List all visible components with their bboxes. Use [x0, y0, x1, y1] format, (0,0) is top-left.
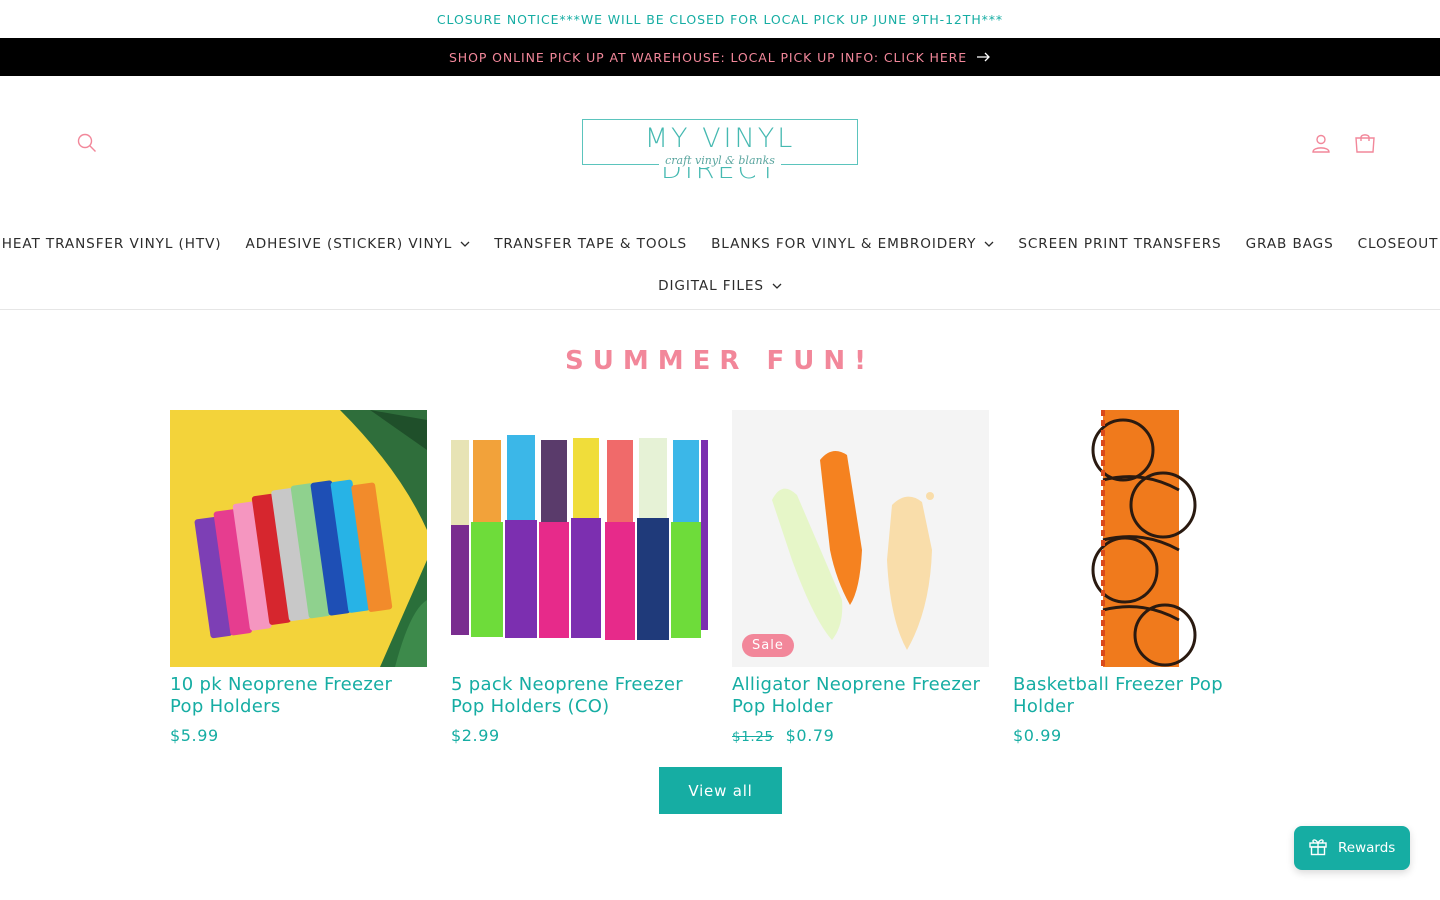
- price-current: $0.99: [1013, 726, 1062, 745]
- nav-item-label: ADHESIVE (STICKER) VINYL: [245, 236, 453, 252]
- product-grid: 10 pk Neoprene Freezer Pop Holders $5.99: [170, 410, 1270, 745]
- product-price: $1.25 $0.79: [732, 726, 989, 745]
- price-current: $5.99: [170, 726, 219, 745]
- product-card[interactable]: Basketball Freezer Pop Holder $0.99: [1013, 410, 1270, 745]
- logo-tagline: craft vinyl & blanks: [659, 154, 781, 167]
- arrow-right-icon: [977, 52, 991, 62]
- account-icon: [1311, 133, 1331, 157]
- nav-item-label: HEAT TRANSFER VINYL (HTV): [1, 236, 222, 252]
- price-compare: $1.25: [732, 729, 774, 745]
- nav-item-label: TRANSFER TAPE & TOOLS: [494, 236, 688, 252]
- product-price: $0.99: [1013, 726, 1270, 745]
- product-card[interactable]: 10 pk Neoprene Freezer Pop Holders $5.99: [170, 410, 427, 745]
- search-icon: [77, 133, 97, 157]
- gift-icon: [1308, 836, 1328, 860]
- cart-icon: [1354, 133, 1376, 157]
- nav-item-blanks[interactable]: BLANKS FOR VINYL & EMBROIDERY: [699, 236, 1006, 252]
- nav-item-htv[interactable]: HEAT TRANSFER VINYL (HTV): [0, 236, 234, 252]
- logo-tagline-wrap: craft vinyl & blanks: [582, 154, 858, 167]
- announcement-bar[interactable]: SHOP ONLINE PICK UP AT WAREHOUSE: LOCAL …: [0, 38, 1440, 76]
- chevron-down-icon: [460, 241, 470, 247]
- view-all-button[interactable]: View all: [659, 767, 782, 814]
- product-price: $2.99: [451, 726, 708, 745]
- nav-item-closeout[interactable]: CLOSEOUT: [1346, 236, 1440, 252]
- nav-item-label: BLANKS FOR VINYL & EMBROIDERY: [711, 236, 977, 252]
- product-image[interactable]: [170, 410, 427, 667]
- nav-item-digital-files[interactable]: DIGITAL FILES: [646, 278, 794, 294]
- nav-item-label: DIGITAL FILES: [658, 278, 764, 294]
- site-logo[interactable]: MY VINYL DIRECT craft vinyl & blanks: [582, 119, 858, 215]
- chevron-down-icon: [984, 241, 994, 247]
- nav-item-label: CLOSEOUT: [1357, 236, 1439, 252]
- cart-button[interactable]: [1347, 126, 1383, 164]
- rewards-label: Rewards: [1338, 840, 1396, 856]
- nav-item-adhesive-vinyl[interactable]: ADHESIVE (STICKER) VINYL: [234, 236, 483, 252]
- product-title[interactable]: 5 pack Neoprene Freezer Pop Holders (CO): [451, 674, 708, 718]
- product-card[interactable]: Sale Alligator Neoprene Freezer Pop Hold…: [732, 410, 989, 745]
- site-header: MY VINYL DIRECT craft vinyl & blanks: [0, 76, 1440, 214]
- nav-item-screen-print[interactable]: SCREEN PRINT TRANSFERS: [1006, 236, 1233, 252]
- nav-item-label: GRAB BAGS: [1245, 236, 1334, 252]
- price-current: $0.79: [785, 726, 835, 745]
- nav-item-label: SCREEN PRINT TRANSFERS: [1018, 236, 1222, 252]
- product-price: $5.99: [170, 726, 427, 745]
- nav-row-secondary: DIGITAL FILES: [0, 266, 1440, 306]
- sale-badge: Sale: [742, 634, 794, 657]
- product-image[interactable]: [451, 410, 708, 667]
- nav-item-grab-bags[interactable]: GRAB BAGS: [1234, 236, 1346, 252]
- product-image[interactable]: Sale: [732, 410, 989, 667]
- product-title[interactable]: Alligator Neoprene Freezer Pop Holder: [732, 674, 989, 718]
- rewards-button[interactable]: Rewards: [1294, 826, 1410, 870]
- price-current: $2.99: [451, 726, 500, 745]
- chevron-down-icon: [772, 283, 782, 289]
- nav-row-primary: HEAT TRANSFER VINYL (HTV) ADHESIVE (STIC…: [0, 224, 1440, 264]
- product-image[interactable]: [1013, 410, 1270, 667]
- collection-title: SUMMER FUN!: [565, 346, 875, 376]
- nav-item-transfer-tape[interactable]: TRANSFER TAPE & TOOLS: [482, 236, 699, 252]
- search-button[interactable]: [70, 126, 104, 164]
- closure-notice-text: CLOSURE NOTICE***WE WILL BE CLOSED FOR L…: [436, 11, 1004, 27]
- product-title[interactable]: 10 pk Neoprene Freezer Pop Holders: [170, 674, 427, 718]
- closure-notice-bar: CLOSURE NOTICE***WE WILL BE CLOSED FOR L…: [0, 0, 1440, 38]
- account-button[interactable]: [1303, 126, 1339, 164]
- main-navigation: HEAT TRANSFER VINYL (HTV) ADHESIVE (STIC…: [0, 214, 1440, 310]
- product-card[interactable]: 5 pack Neoprene Freezer Pop Holders (CO)…: [451, 410, 708, 745]
- announcement-text[interactable]: SHOP ONLINE PICK UP AT WAREHOUSE: LOCAL …: [449, 50, 967, 65]
- product-title[interactable]: Basketball Freezer Pop Holder: [1013, 674, 1270, 718]
